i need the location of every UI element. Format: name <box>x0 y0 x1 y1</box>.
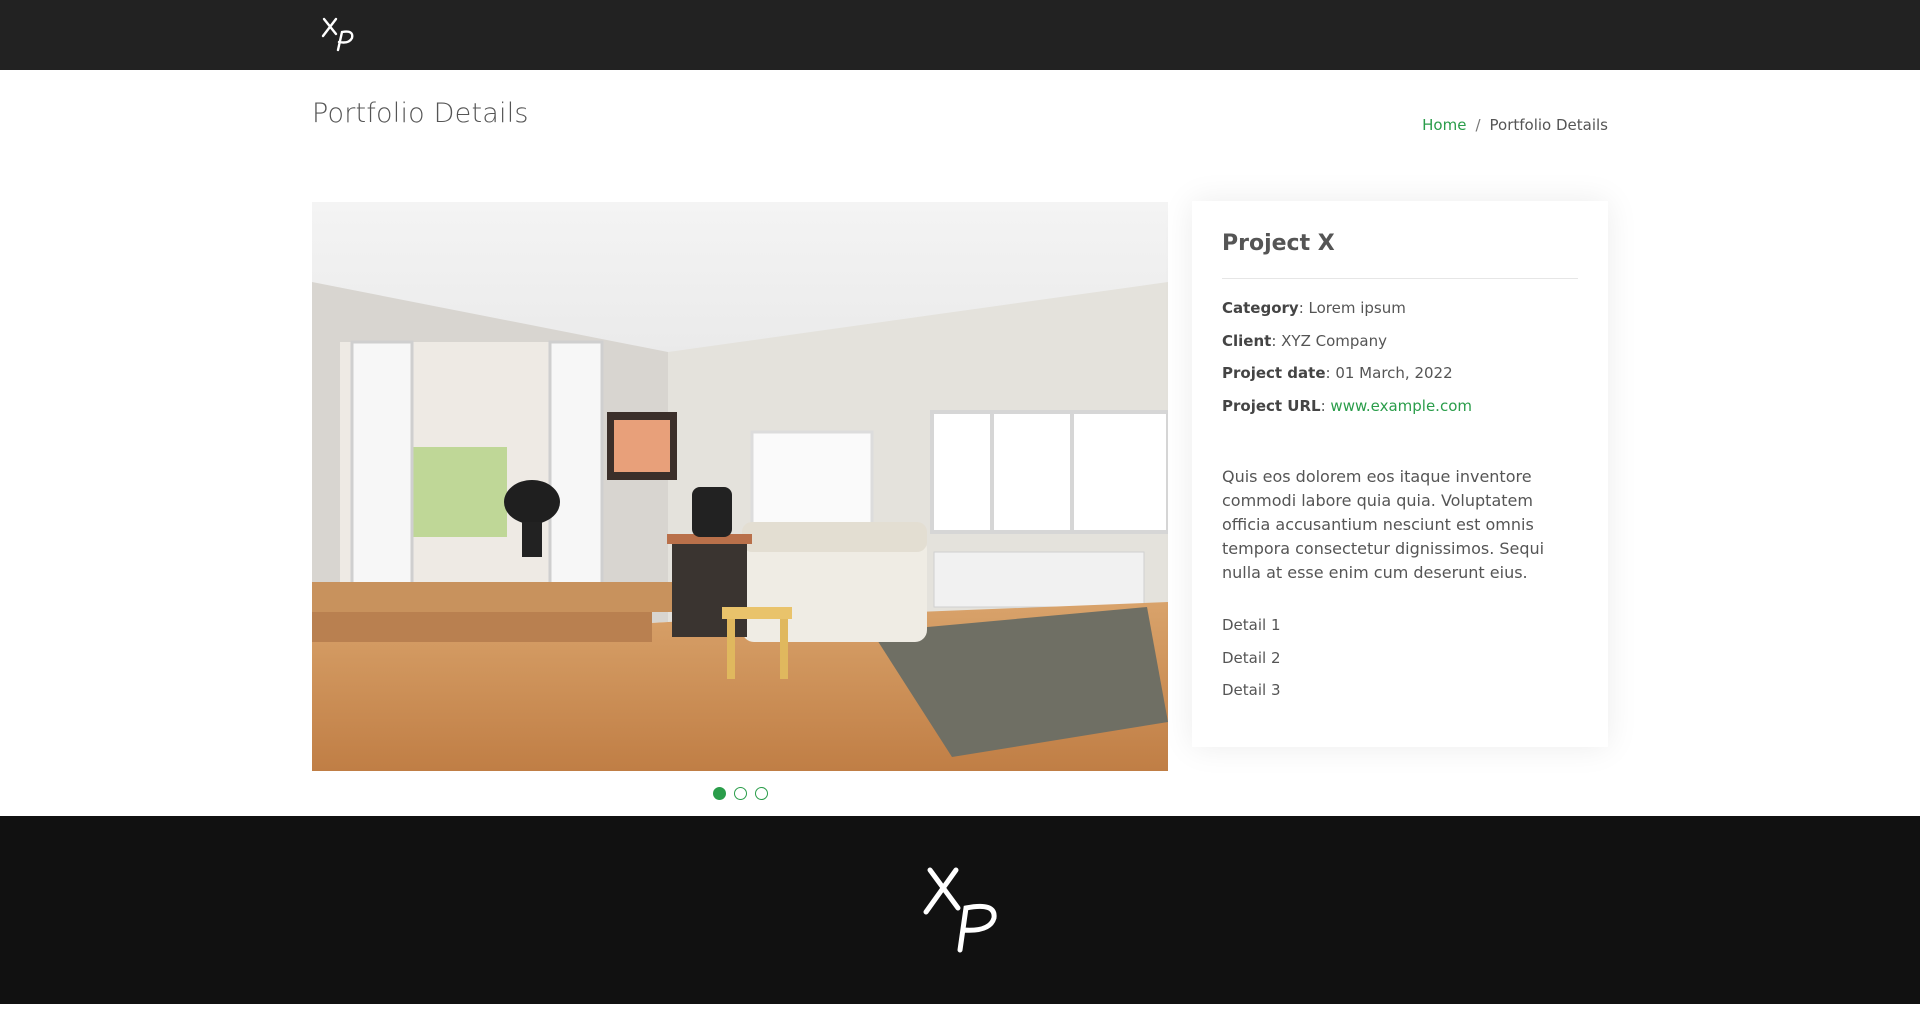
xp-logo-icon[interactable] <box>318 14 358 56</box>
breadcrumb: Home / Portfolio Details <box>1422 116 1608 134</box>
detail-item: Detail 1 <box>1222 616 1281 634</box>
info-date-value: 01 March, 2022 <box>1335 364 1453 382</box>
info-category-label: Category <box>1222 299 1299 317</box>
info-url: Project URL: www.example.com <box>1222 396 1472 415</box>
project-title: Project X <box>1222 231 1335 256</box>
project-description: Quis eos dolorem eos itaque inventore co… <box>1222 467 1545 582</box>
project-details-list: Detail 1 Detail 2 Detail 3 <box>1222 615 1281 713</box>
footer <box>0 816 1920 1004</box>
info-url-label: Project URL <box>1222 396 1321 415</box>
breadcrumb-current: Portfolio Details <box>1489 116 1608 134</box>
info-category-value: Lorem ipsum <box>1308 299 1406 317</box>
project-url-link[interactable]: www.example.com <box>1330 397 1472 415</box>
divider <box>1222 278 1578 279</box>
info-category: Category: Lorem ipsum <box>1222 299 1406 317</box>
page-title: Portfolio Details <box>312 98 529 129</box>
slider-dot-1[interactable] <box>713 787 726 800</box>
slider-pagination <box>713 787 768 800</box>
detail-item: Detail 3 <box>1222 681 1281 699</box>
slider-dot-3[interactable] <box>755 787 768 800</box>
project-info-card: Project X Category: Lorem ipsum Client: … <box>1192 201 1608 747</box>
info-date: Project date: 01 March, 2022 <box>1222 364 1453 382</box>
top-navbar <box>0 0 1920 70</box>
breadcrumb-home-link[interactable]: Home <box>1422 116 1466 134</box>
living-room-photo <box>312 202 1168 771</box>
breadcrumb-separator: / <box>1475 116 1481 134</box>
info-client-label: Client <box>1222 331 1272 350</box>
info-client: Client: XYZ Company <box>1222 331 1387 350</box>
xp-logo-icon[interactable] <box>918 864 1002 956</box>
slider-dot-2[interactable] <box>734 787 747 800</box>
detail-item: Detail 2 <box>1222 648 1281 667</box>
portfolio-image-slider[interactable] <box>312 202 1168 771</box>
info-client-value: XYZ Company <box>1281 331 1387 350</box>
project-info-list: Category: Lorem ipsum Client: XYZ Compan… <box>1222 298 1472 428</box>
info-date-label: Project date <box>1222 364 1326 382</box>
